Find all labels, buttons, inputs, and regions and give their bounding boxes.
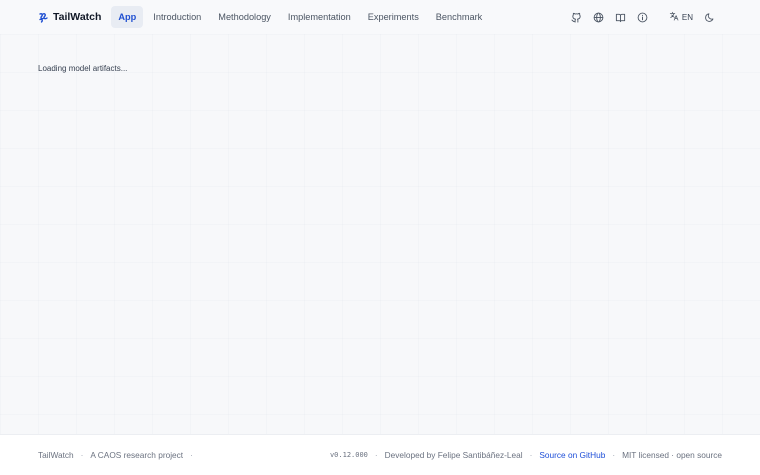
main-content: Loading model artifacts... [38, 64, 127, 73]
info-icon[interactable] [632, 6, 654, 28]
brand-name: TailWatch [53, 11, 102, 23]
nav-benchmark[interactable]: Benchmark [429, 6, 489, 28]
nav-introduction[interactable]: Introduction [146, 6, 208, 28]
background-grid [0, 34, 760, 434]
license-label: MIT licensed · open source [622, 450, 722, 460]
source-link[interactable]: Source on GitHub [539, 450, 605, 460]
page-footer: TailWatch · A CAOS research project · v0… [0, 434, 760, 475]
brand-logo[interactable]: TailWatch [38, 11, 101, 23]
footer-separator: · [80, 450, 84, 460]
nav-experiments[interactable]: Experiments [361, 6, 426, 28]
language-switcher[interactable]: EN [664, 6, 698, 28]
top-navigation-bar: TailWatch App Introduction Methodology I… [0, 0, 760, 34]
language-code: EN [681, 12, 693, 22]
footer-separator: · [529, 450, 533, 460]
nav-app[interactable]: App [111, 6, 144, 28]
footer-separator: · [374, 450, 378, 460]
nav-methodology[interactable]: Methodology [211, 6, 278, 28]
globe-icon[interactable] [588, 6, 610, 28]
main-nav: App Introduction Methodology Implementat… [111, 6, 489, 28]
header-toolbar: EN [566, 6, 720, 28]
tailwatch-logo-icon [38, 12, 49, 23]
book-icon[interactable] [610, 6, 632, 28]
loading-status: Loading model artifacts... [38, 64, 128, 73]
moon-icon[interactable] [698, 6, 720, 28]
footer-right: v0.12.000 · Developed by Felipe Santibáñ… [330, 450, 722, 460]
footer-separator: · [190, 450, 193, 460]
version-label: v0.12.000 [329, 451, 368, 459]
translate-icon [669, 11, 679, 23]
footer-separator: · [612, 450, 616, 460]
github-icon[interactable] [566, 6, 588, 28]
footer-brand: TailWatch [38, 450, 74, 460]
nav-implementation[interactable]: Implementation [281, 6, 358, 28]
developer-credit: Developed by Felipe Santibáñez-Leal [384, 450, 523, 460]
footer-tagline: A CAOS research project [90, 450, 184, 460]
